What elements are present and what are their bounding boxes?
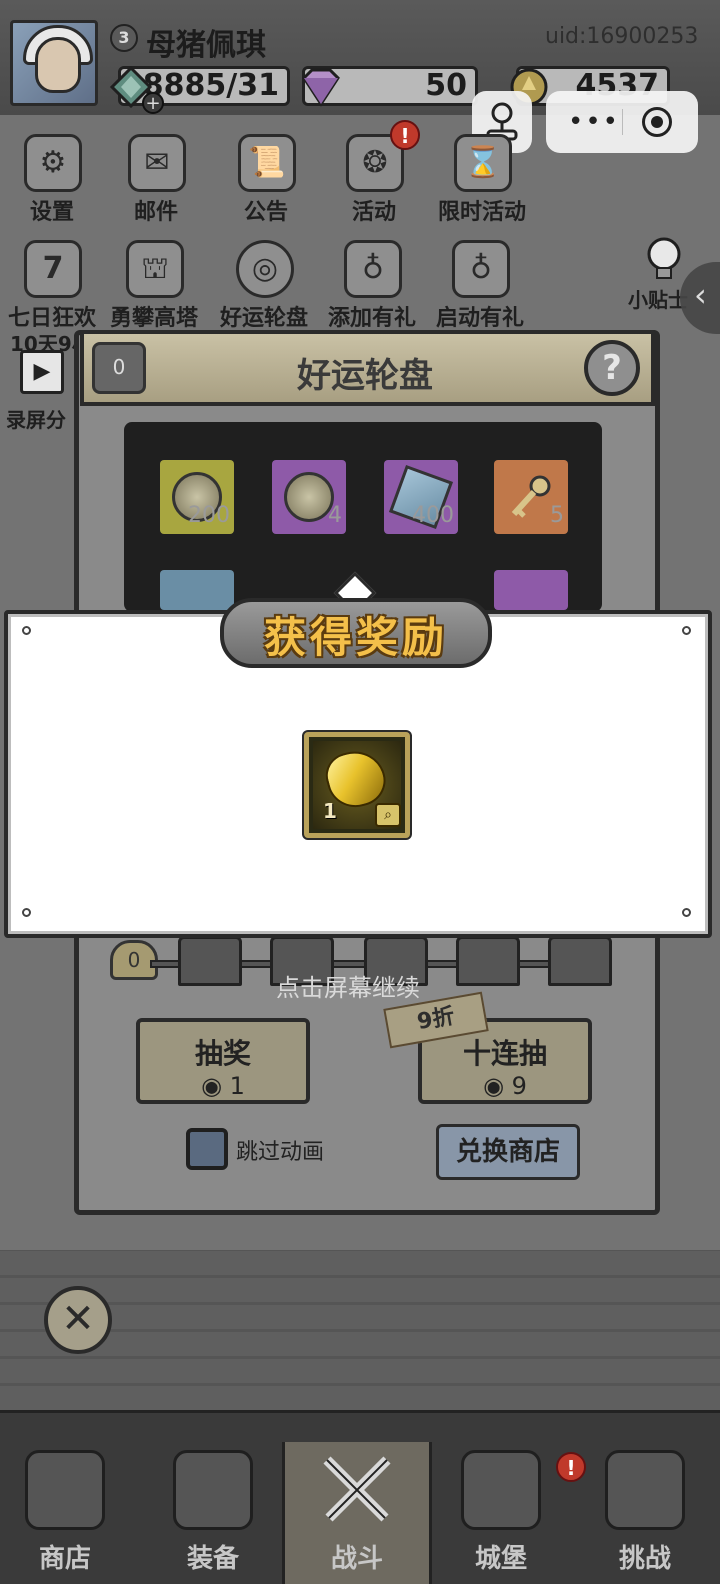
locked-challenge-icon [605,1450,685,1530]
prize-qty: 5 [550,503,564,528]
chevron-left-icon: ‹ [694,276,707,314]
scroll-icon: 📜 [238,134,296,192]
tower-icon: ⛫ [126,240,184,298]
nav-challenge[interactable]: 挑战 [580,1440,710,1584]
menu-mail-label: 邮件 [133,199,178,225]
corner-rivet [682,908,691,917]
nav-challenge-label: 挑战 [618,1544,671,1574]
nav-equipment[interactable]: 装备 [148,1440,278,1584]
draw-ten-cost: ◉ 9 [483,1072,527,1100]
shop-icon [25,1450,105,1530]
prize-slot: 200 [160,460,234,534]
prize-slot [494,570,568,610]
reward-title: 获得奖励 [263,613,448,662]
prize-slot: 5 [494,460,568,534]
coin-icon: ◉ [483,1072,512,1100]
reward-item-slot[interactable]: 1 ⌕ [304,732,410,838]
menu-lucky-wheel-label: 好运轮盘 [219,305,308,331]
add-stamina-button[interactable]: + [142,92,164,114]
purple-gem-icon [302,68,340,107]
draw-once-button[interactable]: 抽奖 ◉ 1 [136,1018,310,1104]
draw-progress-count: 0 [127,948,141,972]
lightbulb-icon[interactable] [636,230,692,286]
menu-announcement[interactable]: 📜 公告 [216,134,316,234]
wheel-icon: ◎ [236,240,294,298]
menu-announcement-label: 公告 [243,199,288,225]
skip-animation-label: 跳过动画 [236,1140,325,1165]
menu-launch-gift[interactable]: ♁ 启动有礼 [430,240,530,340]
menu-seven-day[interactable]: 7 七日狂欢 [2,240,102,340]
menu-tower-label: 勇攀高塔 [109,305,198,331]
chest-icon[interactable] [456,936,520,986]
wheel-coin-count: 0 [112,355,126,379]
gems-value: 50 [425,68,467,103]
draw-once-cost: ◉ 1 [201,1072,245,1100]
player-level-badge: 3 [110,24,138,52]
nav-castle[interactable]: 城堡 [436,1440,566,1584]
gift-bag-icon: ♁ [452,240,510,298]
play-icon: ▶ [33,359,51,384]
menu-limited-events-label: 限时活动 [437,199,526,225]
screen-record-button[interactable]: ▶ [20,350,64,394]
coin-icon: ◉ [201,1072,230,1100]
menu-events-label: 活动 [351,199,396,225]
corner-rivet [22,626,31,635]
menu-settings[interactable]: ⚙ 设置 [2,134,102,234]
chest-icon[interactable] [548,936,612,986]
key-icon [511,475,551,518]
menu-add-gift-label: 添加有礼 [327,305,416,331]
castle-icon [461,1450,541,1530]
nav-battle-label: 战斗 [330,1544,383,1574]
menu-lucky-wheel[interactable]: ◎ 好运轮盘 [214,240,314,340]
draw-once-label: 抽奖 [194,1037,251,1070]
mail-icon: ✉ [128,134,186,192]
skip-animation-checkbox[interactable] [186,1128,228,1170]
stamina-value: 8885/31 [142,68,279,103]
prize-qty: 200 [188,503,230,528]
wheel-coin-counter: 0 [92,342,146,394]
lucky-wheel-title: 好运轮盘 [297,356,433,396]
prize-qty: 4 [328,503,342,528]
screen-record-label: 录屏分 [6,408,66,432]
player-uid: uid:16900253 [545,24,699,49]
events-alert-badge: ! [390,120,420,150]
tap-to-continue-hint: 点击屏幕继续 [276,974,420,1002]
prize-slot: 400 [384,460,458,534]
star-coin-icon [284,472,334,522]
seven-day-badge-icon: 7 [24,240,82,298]
nav-equipment-label: 装备 [186,1544,239,1574]
chest-icon[interactable] [178,936,242,986]
nav-battle[interactable]: 战斗 [292,1440,422,1584]
nav-shop[interactable]: 商店 [0,1440,130,1584]
reward-item-qty: 1 [323,799,337,823]
nav-castle-label: 城堡 [474,1544,527,1574]
more-menu-icon[interactable]: ••• [568,107,620,137]
help-button[interactable]: ? [584,340,640,396]
gift-bag-icon: ♁ [344,240,402,298]
close-mini-program-icon[interactable] [642,107,672,137]
hourglass-icon: ⌛ [454,134,512,192]
gear-icon: ⚙ [24,134,82,192]
exchange-shop-button[interactable]: 兑换商店 [436,1124,580,1180]
mini-program-capsule: ••• [546,91,698,153]
menu-limited-events[interactable]: ⌛ 限时活动 [432,134,532,234]
prize-slot: 4 [272,460,346,534]
prize-qty: 400 [412,503,454,528]
player-name: 母猪佩琪 [146,28,266,63]
backpack-icon [173,1450,253,1530]
menu-tower[interactable]: ⛫ 勇攀高塔 [104,240,204,340]
menu-add-gift[interactable]: ♁ 添加有礼 [322,240,422,340]
question-icon: ? [602,348,622,388]
close-icon: ✕ [61,1296,95,1342]
player-avatar[interactable] [10,20,98,106]
nav-shop-label: 商店 [38,1544,91,1574]
menu-mail[interactable]: ✉ 邮件 [106,134,206,234]
crossed-swords-icon [323,1456,391,1522]
tips-label: 小贴士 [628,288,688,312]
magnify-icon: ⌕ [375,803,401,827]
corner-rivet [682,626,691,635]
menu-launch-gift-label: 启动有礼 [435,305,524,331]
close-button[interactable]: ✕ [44,1286,112,1354]
corner-rivet [22,908,31,917]
